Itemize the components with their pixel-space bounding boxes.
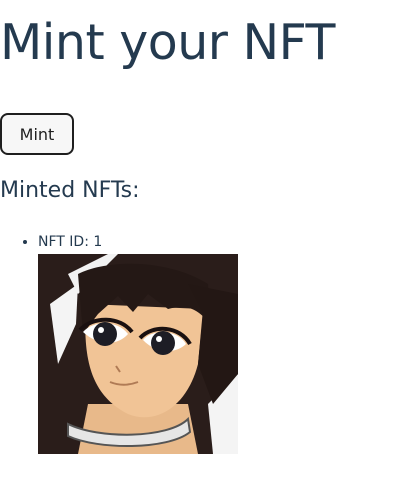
nft-image xyxy=(38,254,238,454)
mint-button[interactable]: Mint xyxy=(0,113,74,155)
nft-id-label: NFT ID: 1 xyxy=(38,234,103,250)
page-title: Mint your NFT xyxy=(0,14,335,71)
minted-nfts-list: NFT ID: 1 xyxy=(0,232,238,454)
list-item: NFT ID: 1 xyxy=(38,232,238,454)
minted-nfts-heading: Minted NFTs: xyxy=(0,178,140,203)
